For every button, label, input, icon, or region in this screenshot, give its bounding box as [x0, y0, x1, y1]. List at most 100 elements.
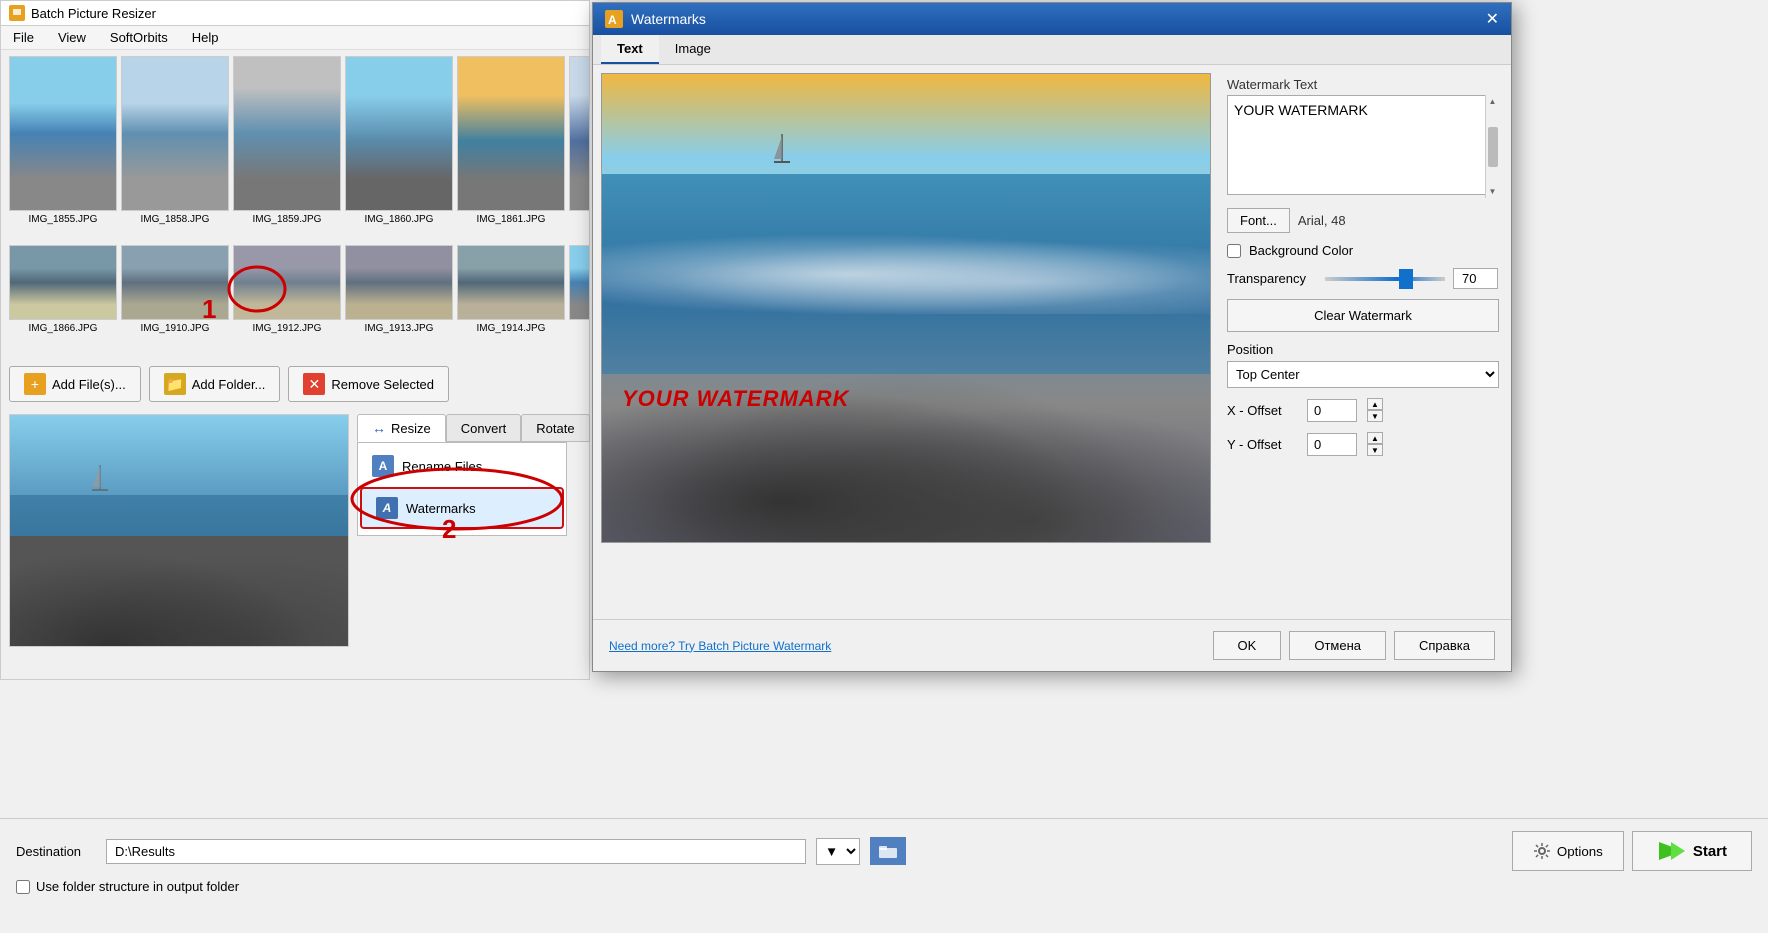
watermark-text-label: Watermark Text	[1227, 77, 1499, 92]
y-offset-up[interactable]: ▲	[1367, 432, 1383, 444]
thumb-image	[233, 56, 341, 211]
add-folder-label: Add Folder...	[192, 377, 266, 392]
destination-folder-button[interactable]	[870, 837, 906, 865]
folder-structure-row: Use folder structure in output folder	[16, 879, 1752, 894]
add-files-button[interactable]: + Add File(s)...	[9, 366, 141, 402]
action-panel: ↔ Resize Convert Rotate A	[357, 414, 567, 647]
thumb-label: IMG_1913.JPG	[365, 323, 434, 334]
font-button[interactable]: Font...	[1227, 208, 1290, 233]
dialog-close-button[interactable]: ✕	[1486, 9, 1499, 29]
bottom-section: ↔ Resize Convert Rotate A	[1, 408, 589, 653]
thumb-image	[569, 245, 589, 320]
position-select[interactable]: Top Center Top Left Top Right Center Bot…	[1227, 361, 1499, 388]
thumb-image	[121, 56, 229, 211]
watermark-text-section: Watermark Text YOUR WATERMARK ▲ ▼	[1227, 77, 1499, 198]
rotate-tab[interactable]: Rotate	[521, 414, 589, 442]
preview-rocks	[602, 342, 1210, 542]
annotation-1: 1	[197, 259, 287, 322]
watermark-text-preview: YOUR WATERMARK	[622, 386, 849, 412]
y-offset-label: Y - Offset	[1227, 437, 1297, 452]
use-folder-checkbox[interactable]	[16, 880, 30, 894]
y-offset-spinner: ▲ ▼	[1367, 432, 1383, 456]
x-offset-up[interactable]: ▲	[1367, 398, 1383, 410]
watermarks-dialog-icon: A	[605, 10, 623, 28]
y-offset-section: Y - Offset ▲ ▼	[1227, 432, 1499, 456]
thumb-label: IMG_1860.JPG	[365, 214, 434, 225]
x-offset-input[interactable]	[1307, 399, 1357, 422]
textarea-container: YOUR WATERMARK ▲ ▼	[1227, 95, 1499, 198]
thumb-item[interactable]: IMG_1860.JPG	[345, 56, 453, 225]
y-offset-input[interactable]	[1307, 433, 1357, 456]
remove-selected-button[interactable]: ✕ Remove Selected	[288, 366, 449, 402]
transparency-slider[interactable]	[1325, 277, 1445, 281]
annotation-2: 2	[347, 464, 567, 537]
scroll-up: ▲	[1489, 97, 1497, 106]
thumb-label: IMG_1859.JPG	[253, 214, 322, 225]
thumb-item[interactable]: IMG_1913.JPG	[345, 245, 453, 334]
resize-tab-label: Resize	[391, 421, 431, 436]
app-icon	[9, 5, 25, 21]
thumb-item[interactable]: IMG_1...	[569, 245, 589, 334]
options-button[interactable]: Options	[1512, 831, 1624, 871]
folder-icon	[879, 844, 897, 858]
options-label: Options	[1557, 844, 1603, 859]
thumb-image	[9, 56, 117, 211]
font-section: Font... Arial, 48	[1227, 208, 1499, 233]
dialog-settings-panel: Watermark Text YOUR WATERMARK ▲ ▼ Font..…	[1223, 73, 1503, 635]
x-offset-section: X - Offset ▲ ▼	[1227, 398, 1499, 422]
tab-text[interactable]: Text	[601, 35, 659, 64]
add-folder-button[interactable]: 📁 Add Folder...	[149, 366, 281, 402]
resize-icon: ↔	[372, 420, 386, 436]
menu-softorbits[interactable]: SoftOrbits	[106, 28, 172, 47]
scroll-thumb	[1488, 127, 1498, 167]
menu-file[interactable]: File	[9, 28, 38, 47]
thumbnail-strip-2: IMG_1866.JPG IMG_1910.JPG IMG_1912.JPG I…	[1, 245, 589, 360]
start-button[interactable]: Start	[1632, 831, 1752, 871]
left-preview	[9, 414, 349, 647]
menu-bar: File View SoftOrbits Help	[1, 26, 589, 50]
thumb-item[interactable]: IMG_1861.JPG	[457, 56, 565, 225]
clear-watermark-button[interactable]: Clear Watermark	[1227, 299, 1499, 332]
ok-button[interactable]: OK	[1213, 631, 1282, 660]
x-offset-down[interactable]: ▼	[1367, 410, 1383, 422]
thumb-item[interactable]: IMG_1859.JPG	[233, 56, 341, 225]
add-files-icon: +	[24, 373, 46, 395]
footer-link[interactable]: Need more? Try Batch Picture Watermark	[609, 639, 831, 653]
app-title: Batch Picture Resizer	[31, 6, 156, 21]
thumb-label: IMG_1861.JPG	[477, 214, 546, 225]
resize-tab[interactable]: ↔ Resize	[357, 414, 446, 442]
thumb-label: IMG_1866.JPG	[29, 323, 98, 334]
gear-icon	[1533, 842, 1551, 860]
footer-buttons: OK Отмена Справка	[1213, 631, 1495, 660]
menu-view[interactable]: View	[54, 28, 90, 47]
title-bar: Batch Picture Resizer	[1, 1, 589, 26]
bottom-bar: Destination ▼ Options	[0, 818, 1768, 933]
thumb-item[interactable]: IMG_1...	[569, 56, 589, 225]
help-button[interactable]: Справка	[1394, 631, 1495, 660]
thumb-item[interactable]: IMG_1866.JPG	[9, 245, 117, 334]
thumb-item[interactable]: IMG_1855.JPG	[9, 56, 117, 225]
tab-image[interactable]: Image	[659, 35, 727, 64]
thumb-image	[345, 56, 453, 211]
destination-dropdown[interactable]: ▼	[816, 838, 860, 865]
rotate-tab-label: Rotate	[536, 421, 574, 436]
annotation-number-1: 1	[202, 294, 216, 325]
convert-tab[interactable]: Convert	[446, 414, 522, 442]
cancel-button[interactable]: Отмена	[1289, 631, 1386, 660]
start-icon	[1657, 840, 1685, 862]
transparency-section: Transparency	[1227, 268, 1499, 289]
y-offset-down[interactable]: ▼	[1367, 444, 1383, 456]
thumb-image	[9, 245, 117, 320]
thumb-item[interactable]: IMG_1858.JPG	[121, 56, 229, 225]
thumb-label: IMG_1912.JPG	[253, 323, 322, 334]
background-color-label: Background Color	[1249, 243, 1353, 258]
watermark-text-input[interactable]: YOUR WATERMARK	[1227, 95, 1499, 195]
transparency-value[interactable]	[1453, 268, 1498, 289]
thumb-item[interactable]: IMG_1914.JPG	[457, 245, 565, 334]
background-color-checkbox[interactable]	[1227, 244, 1241, 258]
menu-help[interactable]: Help	[188, 28, 223, 47]
thumb-image	[457, 245, 565, 320]
scrollbar: ▲ ▼	[1485, 95, 1499, 198]
destination-input[interactable]	[106, 839, 806, 864]
dialog-body: YOUR WATERMARK Watermark Text YOUR WATER…	[593, 65, 1511, 643]
